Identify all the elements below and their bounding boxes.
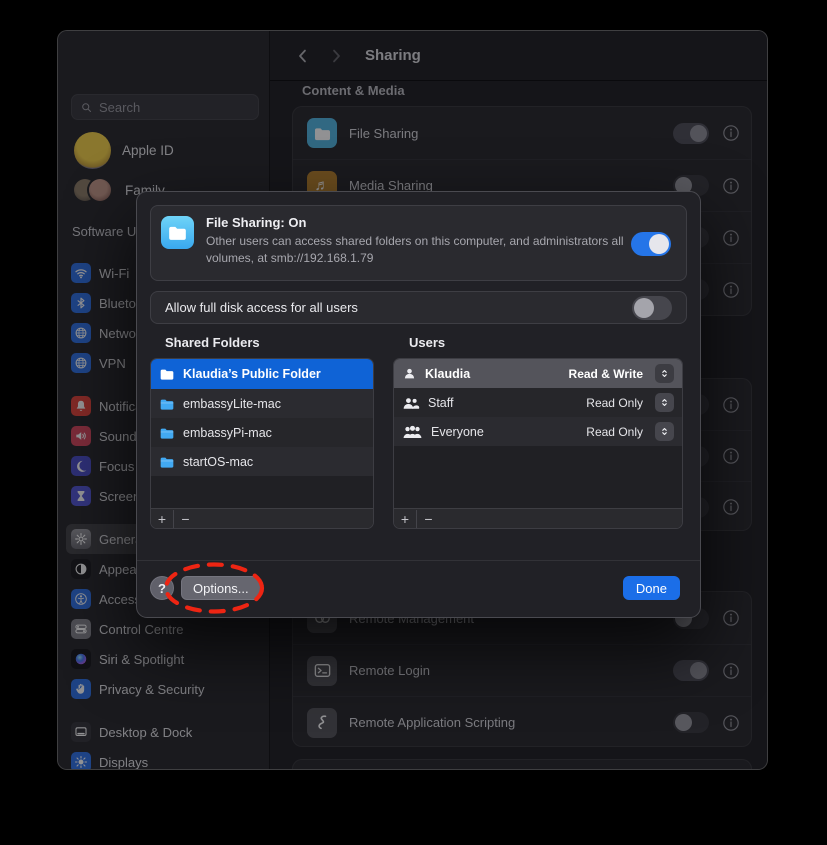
user-row[interactable]: Staff Read Only — [394, 388, 682, 417]
permission-value: Read Only — [586, 425, 643, 439]
permission-value: Read & Write — [569, 367, 643, 381]
shared-folder-row[interactable]: embassyLite-mac — [151, 389, 373, 418]
full-disk-access-box: Allow full disk access for all users — [150, 291, 687, 324]
folder-name: startOS-mac — [183, 455, 253, 469]
dialog-title: File Sharing: On — [206, 215, 306, 230]
shared-folder-row-selected[interactable]: Klaudia’s Public Folder — [151, 359, 373, 389]
add-folder-button[interactable]: + — [151, 510, 174, 528]
folder-icon — [159, 425, 175, 441]
user-name: Everyone — [431, 425, 578, 439]
file-sharing-dialog: File Sharing: On Other users can access … — [136, 191, 701, 618]
done-button[interactable]: Done — [623, 576, 680, 600]
add-user-button[interactable]: + — [394, 510, 417, 528]
permission-stepper[interactable] — [655, 364, 674, 383]
folders-list-toolbar: + − — [151, 508, 373, 528]
users-heading: Users — [409, 335, 445, 350]
user-name: Klaudia — [425, 367, 561, 381]
remove-folder-button[interactable]: − — [174, 510, 197, 528]
shared-folder-row[interactable]: embassyPi-mac — [151, 418, 373, 447]
users-list-toolbar: + − — [394, 508, 682, 528]
shared-folder-row[interactable]: startOS-mac — [151, 447, 373, 476]
folder-icon — [159, 366, 175, 382]
help-button[interactable]: ? — [150, 576, 174, 600]
screenshot-root: Search Apple ID Family Software Update A… — [0, 0, 827, 845]
three-people-icon — [402, 421, 423, 442]
folder-name: embassyLite-mac — [183, 397, 281, 411]
user-row-selected[interactable]: Klaudia Read & Write — [394, 359, 682, 388]
users-list: Klaudia Read & Write Staff Read Only Eve… — [393, 358, 683, 529]
two-people-icon — [402, 394, 420, 412]
file-sharing-status-box: File Sharing: On Other users can access … — [150, 205, 687, 281]
options-button[interactable]: Options... — [181, 576, 261, 600]
folder-icon — [159, 454, 175, 470]
shared-folders-heading: Shared Folders — [165, 335, 260, 350]
user-row[interactable]: Everyone Read Only — [394, 417, 682, 446]
system-settings-window: Search Apple ID Family Software Update A… — [57, 30, 768, 770]
permission-stepper[interactable] — [655, 422, 674, 441]
remove-user-button[interactable]: − — [417, 510, 440, 528]
dialog-description: Other users can access shared folders on… — [206, 233, 641, 268]
folder-name: Klaudia’s Public Folder — [183, 367, 321, 381]
folder-icon — [159, 396, 175, 412]
user-name: Staff — [428, 396, 578, 410]
full-disk-access-label: Allow full disk access for all users — [165, 300, 622, 315]
full-disk-access-toggle[interactable] — [632, 296, 672, 320]
folder-name: embassyPi-mac — [183, 426, 272, 440]
shared-folders-list: Klaudia’s Public Folder embassyLite-mac … — [150, 358, 374, 529]
permission-stepper[interactable] — [655, 393, 674, 412]
permission-value: Read Only — [586, 396, 643, 410]
file-sharing-folder-icon — [161, 216, 194, 249]
file-sharing-toggle[interactable] — [631, 232, 671, 256]
person-icon — [402, 366, 417, 381]
dialog-footer: ? Options... Done — [137, 560, 700, 617]
